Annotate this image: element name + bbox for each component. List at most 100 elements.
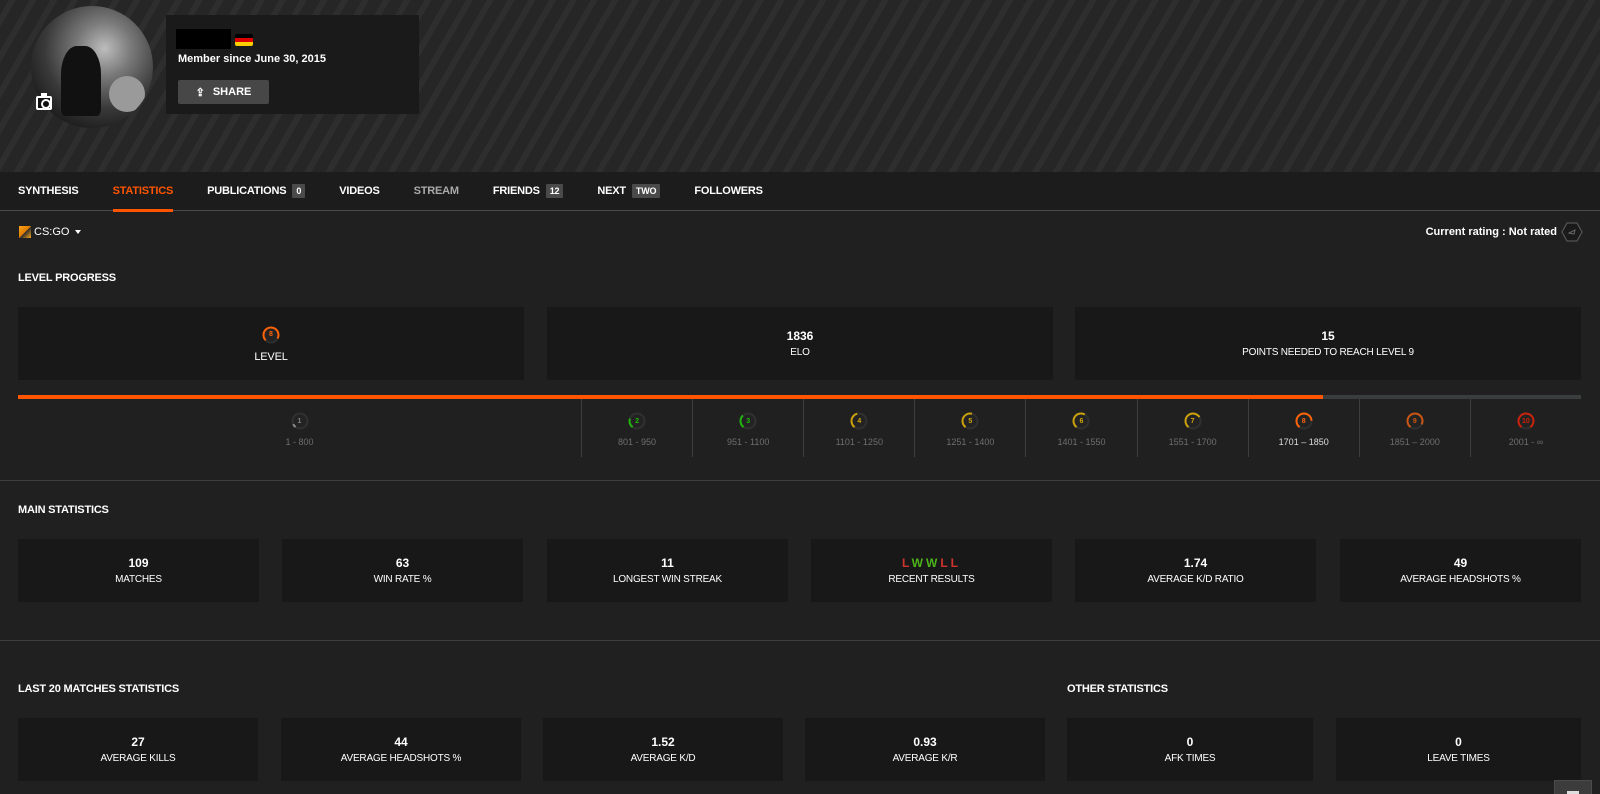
level-progress-title: LEVEL PROGRESS (18, 272, 116, 284)
tab-badge: 12 (545, 184, 564, 198)
scroll-menu-button[interactable] (1554, 780, 1592, 794)
level-7-badge-icon: 7 (1183, 411, 1203, 431)
level-number: 3 (746, 417, 751, 425)
profile-tabs: SYNTHESIS STATISTICS PUBLICATIONS 0 VIDEO… (0, 172, 1600, 212)
camera-icon[interactable] (36, 93, 52, 110)
level-range-9: 9 1851 – 2000 (1358, 399, 1470, 457)
tab-label: STREAM (413, 185, 459, 197)
stat-average-kd-ratio: 1.74 AVERAGE K/D RATIO (1075, 539, 1316, 602)
level-number: 8 (1301, 417, 1306, 425)
stat-label: AVERAGE HEADSHOTS % (1400, 574, 1521, 585)
stat-value: 44 (394, 735, 408, 749)
level-range-6: 6 1401 - 1550 (1025, 399, 1136, 457)
level-range-10: 10 2001 - ∞ (1469, 399, 1581, 457)
tab-friends[interactable]: FRIENDS 12 (493, 172, 564, 211)
stat-value: 0 (1455, 735, 1462, 749)
tab-label: SYNTHESIS (18, 185, 79, 197)
stat-value: 1.74 (1183, 556, 1208, 570)
tab-next[interactable]: NEXT TWO (597, 172, 661, 211)
elo-box: 1836 ELO (547, 307, 1053, 380)
tab-followers[interactable]: FOLLOWERS (694, 172, 763, 211)
elo-label: ELO (790, 347, 810, 358)
level-range-1: 1 1 - 800 (18, 399, 581, 457)
level-label: LEVEL (254, 350, 288, 363)
germany-flag-icon (235, 34, 253, 46)
level-range-label: 1551 - 1700 (1168, 437, 1217, 447)
level-4-badge-icon: 4 (849, 411, 869, 431)
level-range-7: 7 1551 - 1700 (1136, 399, 1248, 457)
stat-average-kr: 0.93 AVERAGE K/R (805, 718, 1045, 781)
tab-publications[interactable]: PUBLICATIONS 0 (207, 172, 306, 211)
tab-videos[interactable]: VIDEOS (339, 172, 380, 211)
stat-matches: 109 MATCHES (18, 539, 259, 602)
level-number: 10 (1522, 417, 1530, 425)
game-label: CS:GO (34, 226, 70, 238)
rating-label: Current rating : Not rated (1425, 226, 1557, 238)
rating-hexagon-icon (1561, 222, 1583, 242)
csgo-logo-icon (19, 226, 31, 238)
tab-statistics[interactable]: STATISTICS (112, 172, 173, 212)
profile-card: Member since June 30, 2015 ⇪ SHARE (166, 15, 419, 114)
level-10-badge-icon: 10 (1516, 411, 1536, 431)
stat-afk-times: 0 AFK TIMES (1067, 718, 1313, 781)
level-range-3: 3 951 - 1100 (692, 399, 803, 457)
tab-label: NEXT (597, 185, 626, 197)
last20-title: LAST 20 MATCHES STATISTICS (18, 683, 180, 695)
tab-badge: 0 (292, 184, 306, 198)
stat-label: MATCHES (115, 574, 162, 585)
stat-longest-win-streak: 11 LONGEST WIN STREAK (547, 539, 788, 602)
recent-results-list: LWWLL (902, 556, 961, 570)
stat-label: AVERAGE K/D RATIO (1147, 574, 1244, 585)
stat-value: 49 (1453, 556, 1468, 570)
share-button[interactable]: ⇪ SHARE (178, 80, 269, 104)
elo-value: 1836 (786, 329, 814, 343)
stat-average-headshots: 49 AVERAGE HEADSHOTS % (1340, 539, 1581, 602)
tab-label: VIDEOS (339, 185, 380, 197)
level-9-badge-icon: 9 (1405, 411, 1425, 431)
level-number: 7 (1190, 417, 1195, 425)
share-icon: ⇪ (195, 86, 205, 99)
stat-value: 0 (1186, 735, 1194, 749)
stat-label: AVERAGE KILLS (100, 753, 176, 764)
level-range-label: 1401 - 1550 (1057, 437, 1106, 447)
tab-label: FOLLOWERS (694, 185, 763, 197)
result-win: W (911, 556, 926, 570)
level-1-badge-icon: 1 (290, 411, 310, 431)
current-rating: Current rating : Not rated (1426, 222, 1583, 242)
tab-badge: TWO (631, 184, 661, 198)
level-value: 8 (269, 331, 273, 338)
stat-value: 0.93 (913, 735, 937, 749)
level-number: 1 (297, 417, 302, 425)
level-range-label: 1 - 800 (285, 437, 314, 447)
stat-average-kd: 1.52 AVERAGE K/D (543, 718, 783, 781)
points-needed-box: 15 POINTS NEEDED TO REACH LEVEL 9 (1075, 307, 1581, 380)
level-ranges: 1 1 - 800 2 801 - 950 3 951 - 1100 4 1101 - 125… (18, 399, 1581, 457)
level-range-5: 5 1251 - 1400 (914, 399, 1025, 457)
stat-leave-times: 0 LEAVE TIMES (1336, 718, 1581, 781)
tab-synthesis[interactable]: SYNTHESIS (18, 172, 79, 211)
stat-value: 27 (131, 735, 145, 749)
level-range-label: 1101 - 1250 (835, 437, 883, 447)
level-2-badge-icon: 2 (627, 411, 647, 431)
other-statistics-title: OTHER STATISTICS (1067, 683, 1168, 695)
tab-stream[interactable]: STREAM (414, 172, 459, 211)
points-needed-label: POINTS NEEDED TO REACH LEVEL 9 (1242, 347, 1414, 358)
level-8-badge-icon: 8 (1294, 411, 1314, 431)
stat-win-rate: 63 WIN RATE % (282, 539, 523, 602)
section-divider (0, 480, 1600, 481)
member-since: Member since June 30, 2015 (178, 53, 326, 65)
points-needed-value: 15 (1321, 329, 1335, 343)
level-number: 2 (635, 417, 639, 425)
result-win: W (925, 556, 941, 570)
stat-value: 11 (661, 556, 674, 570)
chevron-down-icon (75, 230, 82, 234)
level-number: 4 (857, 417, 862, 425)
level-range-label: 1851 – 2000 (1389, 437, 1440, 447)
game-selector[interactable]: CS:GO (19, 226, 82, 238)
stat-label: AVERAGE K/D (630, 753, 696, 764)
level-range-2: 2 801 - 950 (581, 399, 692, 457)
level-range-label: 1701 – 1850 (1278, 437, 1329, 447)
tab-label: PUBLICATIONS (207, 185, 287, 197)
level-3-badge-icon: 3 (738, 411, 758, 431)
stat-average-kills: 27 AVERAGE KILLS (18, 718, 258, 781)
